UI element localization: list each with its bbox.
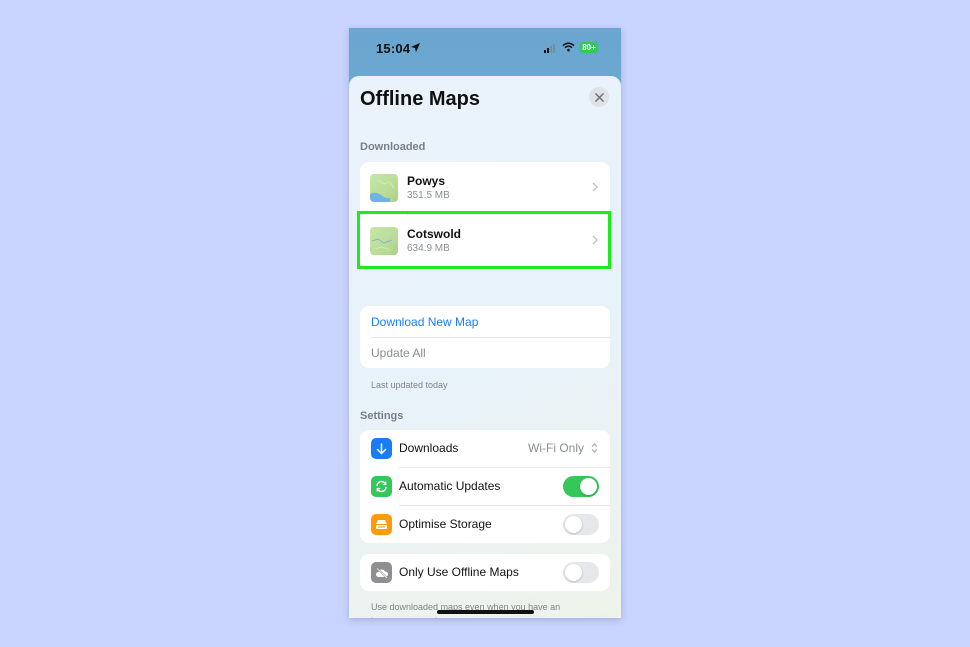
- downloaded-maps-list: Powys 351.5 MB Cotswold 634.9 MB: [360, 162, 610, 268]
- toggle-knob: [580, 478, 597, 495]
- setting-label: Only Use Offline Maps: [399, 565, 519, 579]
- setting-label: Optimise Storage: [399, 517, 492, 531]
- offline-only-card: Only Use Offline Maps: [360, 554, 610, 591]
- home-indicator[interactable]: [437, 610, 534, 614]
- automatic-updates-toggle[interactable]: [563, 476, 599, 497]
- optimise-storage-toggle[interactable]: [563, 514, 599, 535]
- map-size: 351.5 MB: [407, 190, 450, 201]
- settings-section-label: Settings: [360, 410, 404, 422]
- map-item-cotswold[interactable]: Cotswold 634.9 MB: [360, 215, 610, 267]
- status-bar: 15:04 80+: [349, 28, 621, 68]
- storage-icon: [371, 514, 392, 535]
- last-updated-text: Last updated today: [371, 380, 448, 390]
- map-name: Cotswold: [407, 227, 461, 241]
- downloaded-section-label: Downloaded: [360, 141, 426, 153]
- cellular-signal-icon: [544, 44, 555, 53]
- downloads-value[interactable]: Wi-Fi Only: [528, 441, 584, 455]
- map-thumbnail: [370, 174, 398, 202]
- map-actions-card: Download New Map Update All: [360, 306, 610, 368]
- close-button[interactable]: [589, 87, 609, 107]
- location-arrow-icon: [410, 42, 421, 53]
- chevron-right-icon: [592, 235, 598, 245]
- offline-maps-sheet: Offline Maps Downloaded Powys 351.5 MB C…: [349, 76, 621, 618]
- cloud-off-icon: [371, 562, 392, 583]
- wifi-icon: [562, 42, 575, 52]
- up-down-chevron-icon: [591, 443, 598, 453]
- divider: [371, 337, 610, 338]
- map-item-powys[interactable]: Powys 351.5 MB: [360, 162, 610, 214]
- battery-indicator: 80+: [580, 42, 598, 53]
- page-title: Offline Maps: [360, 88, 481, 110]
- map-thumbnail: [370, 227, 398, 255]
- download-arrow-icon: [371, 438, 392, 459]
- optimise-storage-row: Optimise Storage: [360, 506, 610, 543]
- settings-card: Downloads Wi-Fi Only Automatic Updates O…: [360, 430, 610, 543]
- phone-screen: 15:04 80+ Offline Maps Downloaded Powys …: [349, 28, 621, 618]
- map-name: Powys: [407, 174, 446, 188]
- update-all-button[interactable]: Update All: [371, 346, 426, 360]
- status-time: 15:04: [376, 41, 411, 56]
- refresh-icon: [371, 476, 392, 497]
- setting-label: Downloads: [399, 441, 459, 455]
- map-size: 634.9 MB: [407, 243, 450, 254]
- download-new-map-button[interactable]: Download New Map: [371, 315, 478, 329]
- setting-label: Automatic Updates: [399, 479, 501, 493]
- toggle-knob: [565, 516, 582, 533]
- only-use-offline-maps-toggle[interactable]: [563, 562, 599, 583]
- close-icon: [594, 92, 604, 102]
- toggle-knob: [565, 564, 582, 581]
- only-use-offline-maps-row: Only Use Offline Maps: [360, 554, 610, 591]
- downloads-setting-row[interactable]: Downloads Wi-Fi Only: [360, 430, 610, 467]
- offline-only-footnote: Use downloaded maps even when you have a…: [371, 602, 561, 618]
- automatic-updates-row: Automatic Updates: [360, 468, 610, 505]
- chevron-right-icon: [592, 182, 598, 192]
